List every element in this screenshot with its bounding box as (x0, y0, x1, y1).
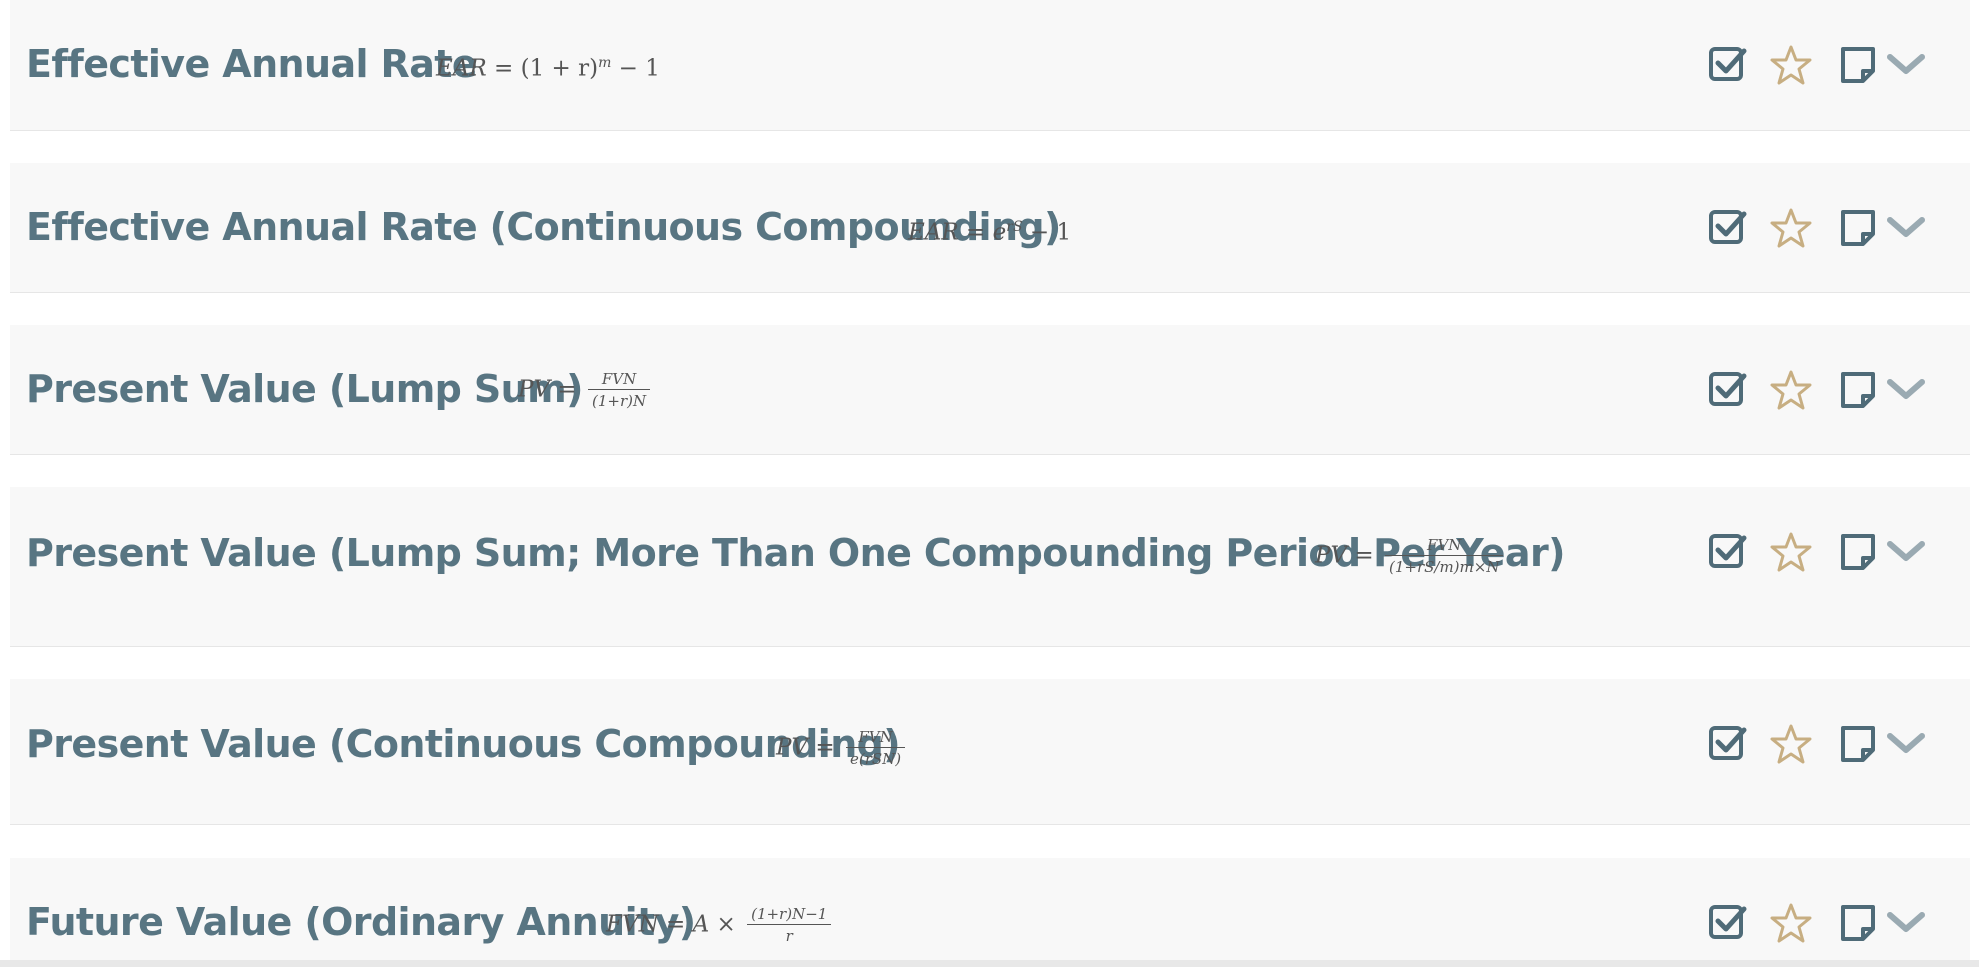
formula-expression: EAR = (1 + r)m − 1 (436, 55, 660, 82)
formula-row[interactable]: Present Value (Lump Sum) PV = FVN (1+r)N (10, 325, 1970, 455)
check-square-icon[interactable] (1708, 903, 1748, 943)
sticky-note-icon[interactable] (1838, 208, 1878, 248)
check-square-icon[interactable] (1708, 370, 1748, 410)
formula-expression: EAR = erS − 1 (908, 219, 1072, 246)
formula-title: Present Value (Continuous Compounding) (26, 722, 901, 766)
chevron-down-icon[interactable] (1886, 208, 1926, 248)
formula-expression: FVN = A × (1+r)N−1 r (606, 904, 832, 947)
check-square-icon[interactable] (1708, 724, 1748, 764)
star-outline-icon[interactable] (1770, 902, 1812, 944)
formula-title: Present Value (Lump Sum) (26, 367, 584, 411)
star-outline-icon[interactable] (1770, 531, 1812, 573)
star-outline-icon[interactable] (1770, 723, 1812, 765)
formula-title: Future Value (Ordinary Annuity) (26, 900, 696, 944)
check-square-icon[interactable] (1708, 532, 1748, 572)
formula-title: Effective Annual Rate (26, 42, 478, 86)
sticky-note-icon[interactable] (1838, 724, 1878, 764)
formula-row[interactable]: Effective Annual Rate (Continuous Compou… (10, 163, 1970, 293)
chevron-down-icon[interactable] (1886, 724, 1926, 764)
sticky-note-icon[interactable] (1838, 532, 1878, 572)
check-square-icon[interactable] (1708, 45, 1748, 85)
formula-title: Effective Annual Rate (Continuous Compou… (26, 205, 1061, 249)
sticky-note-icon[interactable] (1838, 903, 1878, 943)
formula-expression: PV = FVN (1+r)N (518, 369, 651, 412)
sticky-note-icon[interactable] (1838, 370, 1878, 410)
sticky-note-icon[interactable] (1838, 45, 1878, 85)
chevron-down-icon[interactable] (1886, 45, 1926, 85)
star-outline-icon[interactable] (1770, 44, 1812, 86)
horizontal-scrollbar[interactable] (0, 960, 1979, 967)
chevron-down-icon[interactable] (1886, 532, 1926, 572)
chevron-down-icon[interactable] (1886, 370, 1926, 410)
formula-expression: PV = FVN e(rSN) (776, 727, 906, 770)
chevron-down-icon[interactable] (1886, 903, 1926, 943)
formula-row[interactable]: Present Value (Lump Sum; More Than One C… (10, 487, 1970, 647)
formula-row[interactable]: Present Value (Continuous Compounding) P… (10, 679, 1970, 825)
star-outline-icon[interactable] (1770, 207, 1812, 249)
formula-row[interactable]: Future Value (Ordinary Annuity) FVN = A … (10, 858, 1970, 961)
formula-row[interactable]: Effective Annual Rate EAR = (1 + r)m − 1 (10, 0, 1970, 131)
formula-expression: PV = FVN (1+rS/m)m×N (1315, 535, 1504, 578)
star-outline-icon[interactable] (1770, 369, 1812, 411)
check-square-icon[interactable] (1708, 208, 1748, 248)
